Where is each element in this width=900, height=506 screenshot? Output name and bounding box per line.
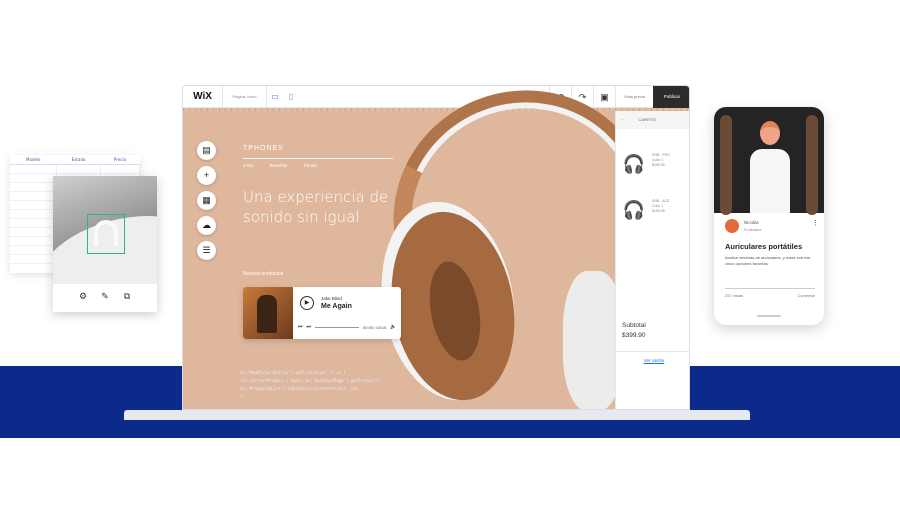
selection-box[interactable] xyxy=(87,214,125,254)
settings-icon[interactable]: ⚙ xyxy=(77,290,89,302)
phone-mockup: Nicolás 5 minutos ⋮ Auriculares portátil… xyxy=(714,107,824,325)
cart-item[interactable]: 🎧 SNB - ACE Color 1 $199,95 xyxy=(622,197,689,231)
editor-topbar: WiX Página: Inicio ▭ ▯ ↶ ↷ ▣ Vista previ… xyxy=(183,86,689,108)
save-icon[interactable]: ▣ xyxy=(593,86,615,108)
headphones-icon: 🎧 xyxy=(622,154,646,174)
code-snippet: $w('#addToCartButton').onClick(async () … xyxy=(240,370,383,399)
more-icon[interactable]: ⋮ xyxy=(812,219,819,227)
headphones-icon: 🎧 xyxy=(622,200,646,220)
menu-item-inicio[interactable]: Inicio xyxy=(243,163,254,168)
column-header: Precio xyxy=(100,155,140,165)
site-brand: TPHONES xyxy=(243,145,284,152)
post-title[interactable]: Auriculares portátiles xyxy=(725,242,802,251)
post-views: 257 vistas xyxy=(725,293,744,298)
music-player: ▶ Jake Blind Me Again ⏮ ⏭ 00:00 / 03:15 … xyxy=(243,287,401,339)
menu-item-resenas[interactable]: Reseñas xyxy=(270,163,288,168)
avatar xyxy=(725,219,739,233)
play-icon[interactable]: ▶ xyxy=(300,296,314,310)
stage: Modelo Estado Precio ⚙ ✎ ⧉ WiX Página: I… xyxy=(0,0,900,506)
database-icon[interactable]: ☰ xyxy=(197,241,216,260)
track-time: 00:00 / 03:15 xyxy=(363,324,387,330)
apps-icon[interactable]: ▦ xyxy=(197,191,216,210)
volume-icon[interactable]: 🔈 xyxy=(390,324,396,330)
pages-icon[interactable]: ▤ xyxy=(197,141,216,160)
page-selector[interactable]: Página: Inicio xyxy=(223,86,267,108)
previous-icon[interactable]: ⏮ xyxy=(298,324,303,330)
post-time: 5 minutos xyxy=(744,227,762,232)
crop-icon[interactable]: ⧉ xyxy=(121,290,133,302)
album-cover xyxy=(243,287,293,339)
cart-item[interactable]: 🎧 SNB - PRO Color 1 $199,95 xyxy=(622,151,689,185)
next-icon[interactable]: ⏭ xyxy=(307,324,312,330)
section-title: Nuevos productos xyxy=(243,271,284,277)
post-author: Nicolás xyxy=(744,220,759,225)
pen-icon[interactable]: ✎ xyxy=(99,290,111,302)
cart-panel: › CARRITO 🎧 SNB - PRO Color 1 $199,95 🎧 … xyxy=(615,111,689,409)
publish-button[interactable]: Publicar xyxy=(653,86,689,108)
product-photo xyxy=(53,176,157,284)
post-excerpt: Analice decenas de auriculares, y estas … xyxy=(725,255,811,266)
upload-icon[interactable]: ☁ xyxy=(197,216,216,235)
wix-logo: WiX xyxy=(183,86,223,108)
artist-name: Jake Blind xyxy=(321,296,342,301)
cart-header: › CARRITO xyxy=(616,111,689,129)
column-header: Estado xyxy=(56,155,101,165)
blog-photo xyxy=(714,107,824,215)
site-canvas[interactable]: ▤ + ▦ ☁ ☰ TPHONES Inicio Reseñas Tienda … xyxy=(183,86,688,409)
site-menu: Inicio Reseñas Tienda xyxy=(243,163,317,168)
menu-item-tienda[interactable]: Tienda xyxy=(303,163,317,168)
mobile-view-icon[interactable]: ▯ xyxy=(283,86,299,108)
editor-tools: ▤ + ▦ ☁ ☰ xyxy=(197,141,216,260)
laptop-base xyxy=(124,410,750,420)
add-icon[interactable]: + xyxy=(197,166,216,185)
preview-button[interactable]: Vista previa xyxy=(615,86,653,108)
editor-screen: WiX Página: Inicio ▭ ▯ ↶ ↷ ▣ Vista previ… xyxy=(182,85,690,410)
subtotal-value: $399.90 xyxy=(622,332,646,339)
column-header: Modelo xyxy=(10,155,57,165)
subtotal-label: Subtotal xyxy=(622,322,646,329)
progress-bar[interactable] xyxy=(315,326,360,328)
view-cart-link[interactable]: Ver carrito xyxy=(616,351,689,363)
hero-title: Una experiencia de sonido sin igual xyxy=(243,188,389,226)
desktop-view-icon[interactable]: ▭ xyxy=(267,86,283,108)
comment-link[interactable]: Comentar xyxy=(797,293,815,298)
cart-title: CARRITO xyxy=(638,117,657,122)
track-title: Me Again xyxy=(321,303,352,310)
back-icon[interactable]: › xyxy=(622,117,623,122)
image-editor-card: ⚙ ✎ ⧉ xyxy=(53,176,157,312)
